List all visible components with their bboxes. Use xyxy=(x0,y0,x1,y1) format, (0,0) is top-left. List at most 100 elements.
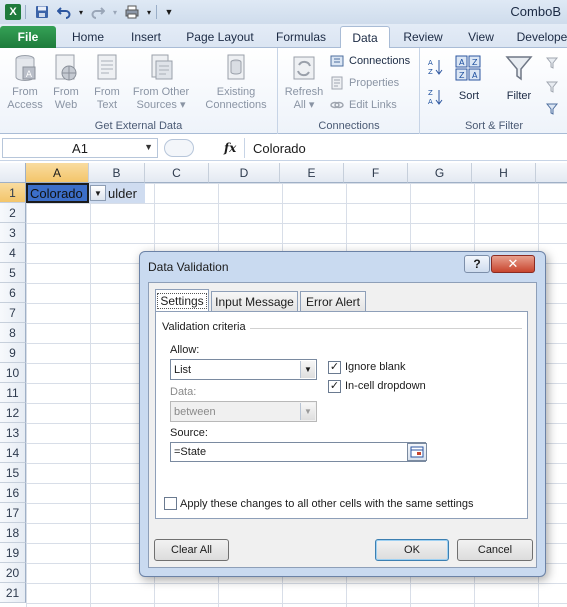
row-header[interactable]: 9 xyxy=(0,343,26,363)
row-header[interactable]: 12 xyxy=(0,403,26,423)
column-header-partial[interactable] xyxy=(536,163,567,183)
ignore-blank-checkbox[interactable]: ✓ xyxy=(328,361,341,374)
clear-filter-button[interactable] xyxy=(545,54,565,72)
tab-review[interactable]: Review xyxy=(396,26,450,48)
tab-view[interactable]: View xyxy=(456,26,506,48)
formula-input[interactable]: Colorado xyxy=(244,138,567,158)
name-box-dropdown-icon[interactable]: ▼ xyxy=(144,142,153,152)
row-header[interactable]: 1 xyxy=(0,183,26,203)
apply-all-checkbox[interactable] xyxy=(164,497,177,510)
excel-logo-icon: X xyxy=(4,3,22,21)
group-label-sort-filter: Sort & Filter xyxy=(464,120,524,132)
cell-a1[interactable]: Colorado xyxy=(26,183,89,203)
allow-dropdown-icon[interactable]: ▼ xyxy=(300,361,315,378)
row-header[interactable]: 11 xyxy=(0,383,26,403)
in-cell-dropdown-checkbox[interactable]: ✓ xyxy=(328,380,341,393)
existing-connections-line1: Existing xyxy=(216,86,256,98)
collapse-dialog-button[interactable] xyxy=(407,443,427,461)
existing-connections-button[interactable]: Existing Connections xyxy=(200,52,272,112)
insert-function-button[interactable]: fx xyxy=(224,141,236,155)
row-header[interactable]: 19 xyxy=(0,543,26,563)
row-header[interactable]: 6 xyxy=(0,283,26,303)
row-header[interactable]: 13 xyxy=(0,423,26,443)
tab-error-alert[interactable]: Error Alert xyxy=(300,291,366,311)
group-sort-filter: AZ ZA AZZA Sort Filter Sort & Filter xyxy=(421,48,567,134)
column-header-g[interactable]: G xyxy=(408,163,472,183)
help-button[interactable]: ? xyxy=(464,255,490,273)
undo-dropdown-icon[interactable]: ▾ xyxy=(77,3,85,21)
row-header[interactable]: 18 xyxy=(0,523,26,543)
row-header[interactable]: 8 xyxy=(0,323,26,343)
properties-button[interactable]: Properties xyxy=(329,74,399,92)
tab-file[interactable]: File xyxy=(0,26,56,48)
column-header-d[interactable]: D xyxy=(209,163,280,183)
row-header[interactable]: 15 xyxy=(0,463,26,483)
advanced-filter-button[interactable] xyxy=(545,100,565,118)
row-header[interactable]: 2 xyxy=(0,203,26,223)
dialog-body: Settings Input Message Error Alert Valid… xyxy=(148,282,537,568)
row-header[interactable]: 20 xyxy=(0,563,26,583)
tab-page-layout[interactable]: Page Layout xyxy=(178,26,262,48)
row-header[interactable]: 5 xyxy=(0,263,26,283)
tab-home[interactable]: Home xyxy=(62,26,114,48)
properties-label: Properties xyxy=(349,77,400,89)
row-header[interactable]: 3 xyxy=(0,223,26,243)
advanced-filter-icon xyxy=(545,101,561,117)
from-other-sources-button[interactable]: From Other Sources ▾ xyxy=(128,52,194,112)
web-globe-icon xyxy=(51,52,81,84)
cancel-button[interactable]: Cancel xyxy=(457,539,533,561)
name-box[interactable]: A1 ▼ xyxy=(2,138,158,158)
edit-links-button[interactable]: Edit Links xyxy=(329,96,397,114)
in-cell-dropdown-icon[interactable]: ▼ xyxy=(90,185,106,201)
sort-button[interactable]: AZZA Sort xyxy=(449,52,489,103)
allow-select[interactable]: List ▼ xyxy=(170,359,317,380)
source-input[interactable]: =State xyxy=(170,442,426,462)
row-header[interactable]: 7 xyxy=(0,303,26,323)
tab-input-message[interactable]: Input Message xyxy=(211,291,298,311)
customize-qat-icon[interactable]: ▼ xyxy=(164,3,174,21)
column-header-e[interactable]: E xyxy=(280,163,344,183)
tab-insert[interactable]: Insert xyxy=(120,26,172,48)
undo-icon[interactable] xyxy=(55,3,73,21)
cell-b1-value: ulder xyxy=(108,185,137,201)
filter-button[interactable]: Filter xyxy=(499,52,539,103)
row-header[interactable]: 21 xyxy=(0,583,26,603)
data-label: Data: xyxy=(170,386,197,398)
sort-a-to-z-button[interactable]: AZ xyxy=(427,58,447,76)
refresh-all-button[interactable]: Refresh All ▾ xyxy=(282,52,326,112)
redo-dropdown-icon[interactable]: ▾ xyxy=(111,3,119,21)
row-header[interactable]: 14 xyxy=(0,443,26,463)
tab-settings[interactable]: Settings xyxy=(155,289,209,312)
redo-icon[interactable] xyxy=(89,3,107,21)
column-header-h[interactable]: H xyxy=(472,163,536,183)
tab-formulas[interactable]: Formulas xyxy=(268,26,334,48)
connections-button[interactable]: Connections xyxy=(329,52,410,70)
reapply-filter-button[interactable] xyxy=(545,78,565,96)
collapse-handle-icon[interactable] xyxy=(164,139,194,157)
group-connections: Refresh All ▾ Connections Properties Edi… xyxy=(279,48,420,134)
row-header[interactable]: 17 xyxy=(0,503,26,523)
column-header-f[interactable]: F xyxy=(344,163,408,183)
tab-developer[interactable]: Develope xyxy=(512,26,567,48)
cell-b1[interactable]: ▼ ulder xyxy=(89,183,145,203)
close-button[interactable]: ✕ xyxy=(491,255,535,273)
row-header[interactable]: 16 xyxy=(0,483,26,503)
column-header-c[interactable]: C xyxy=(145,163,209,183)
column-header-b[interactable]: B xyxy=(89,163,145,183)
data-validation-dialog: Data Validation ? ✕ Settings Input Messa… xyxy=(139,251,546,577)
from-web-button[interactable]: From Web xyxy=(48,52,84,112)
ok-button[interactable]: OK xyxy=(375,539,449,561)
sort-ascending-icon: AZ xyxy=(427,59,443,76)
row-header[interactable]: 10 xyxy=(0,363,26,383)
from-access-button[interactable]: A From Access xyxy=(4,52,46,112)
tab-data[interactable]: Data xyxy=(340,26,390,49)
column-header-a[interactable]: A xyxy=(26,163,89,183)
sort-z-to-a-button[interactable]: ZA xyxy=(427,88,447,106)
print-dropdown-icon[interactable]: ▾ xyxy=(145,3,153,21)
clear-all-button[interactable]: Clear All xyxy=(154,539,229,561)
save-icon[interactable] xyxy=(33,3,51,21)
select-all-corner[interactable] xyxy=(0,163,26,183)
row-header[interactable]: 4 xyxy=(0,243,26,263)
from-text-button[interactable]: From Text xyxy=(88,52,126,112)
print-icon[interactable] xyxy=(123,3,141,21)
